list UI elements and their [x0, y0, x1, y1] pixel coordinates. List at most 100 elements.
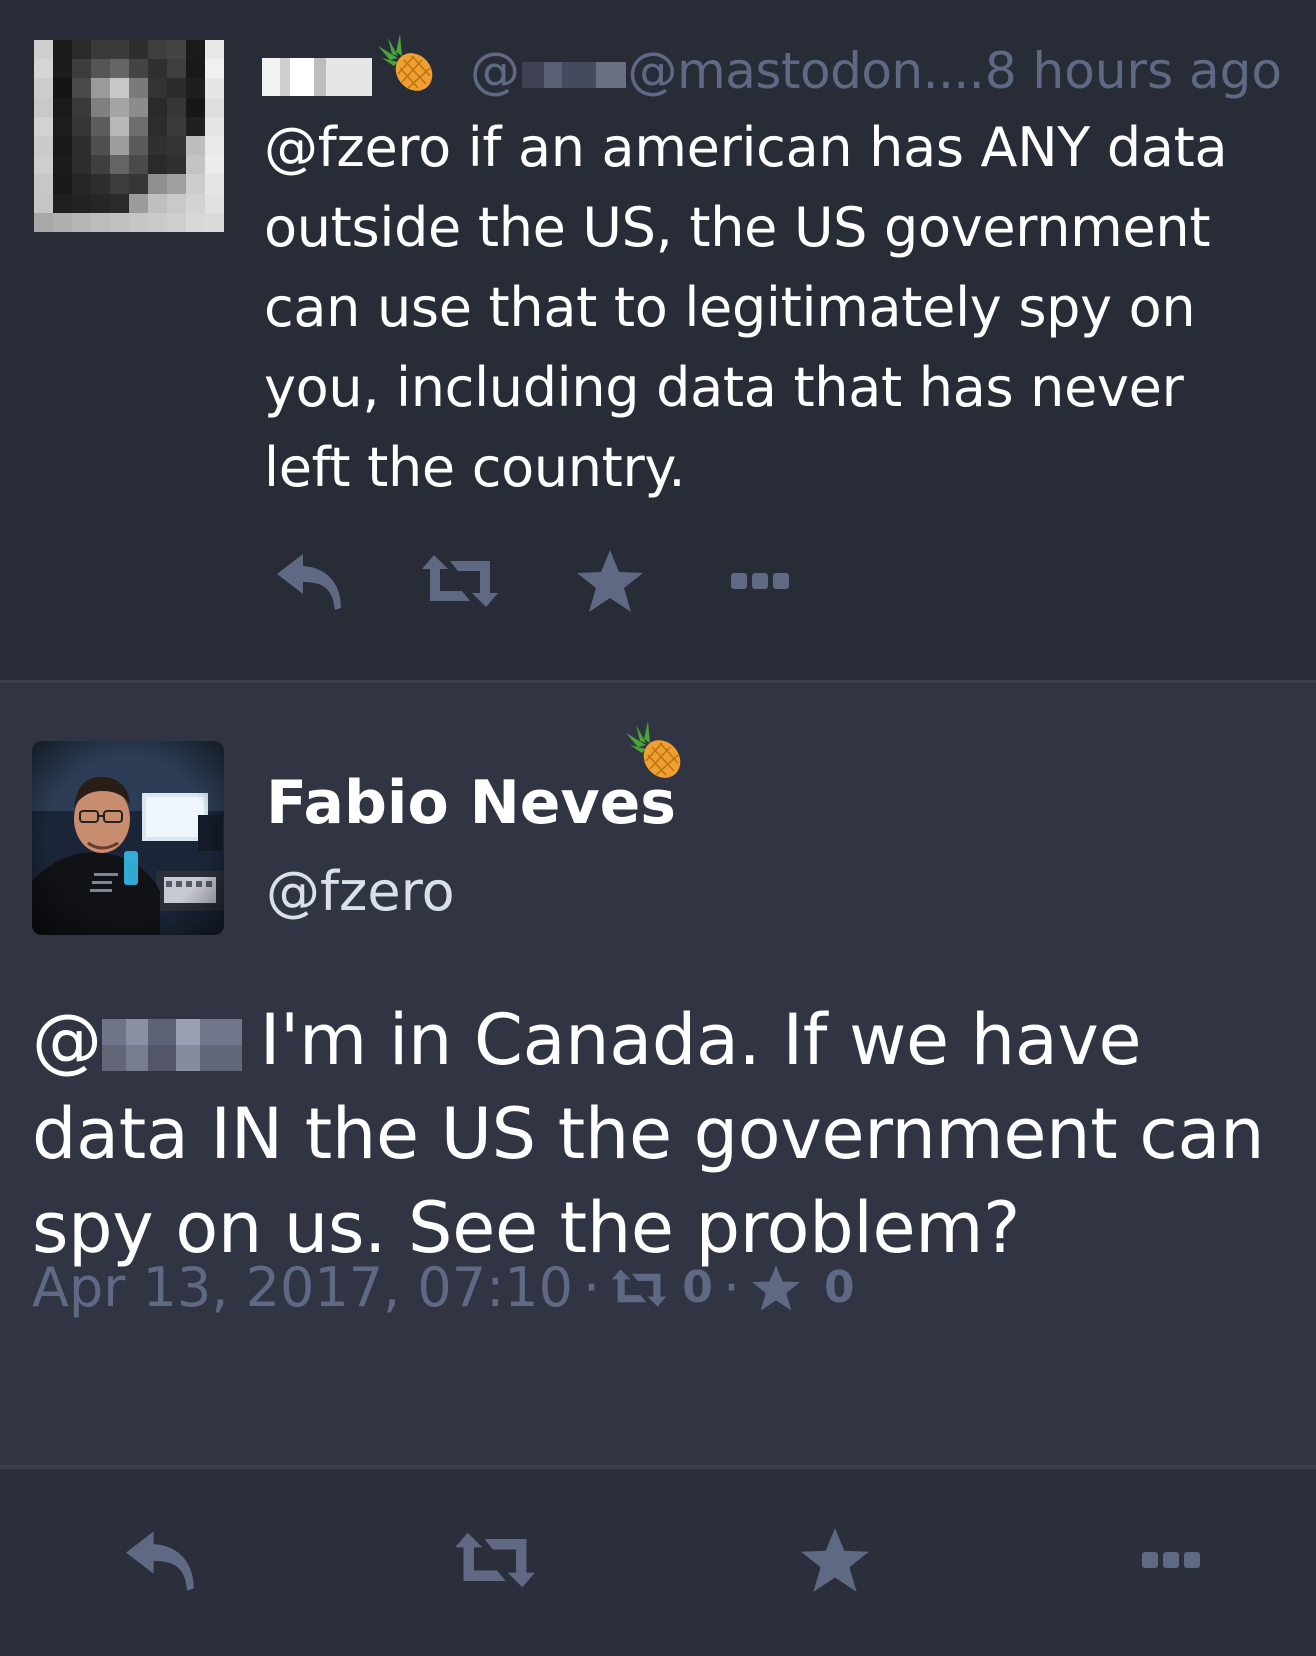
- avatar-pixel: [148, 136, 167, 156]
- avatar-pixel: [129, 155, 148, 175]
- avatar-pixel: [34, 116, 53, 136]
- more-button[interactable]: [1126, 1520, 1216, 1600]
- avatar-pixel: [205, 155, 224, 175]
- avatar-pixel: [129, 59, 148, 79]
- avatar-pixel: [110, 136, 129, 156]
- avatar-pixel: [34, 59, 53, 79]
- avatar-pixel: [91, 59, 110, 79]
- boost-icon: [455, 1532, 535, 1588]
- avatar-pixel: [148, 155, 167, 175]
- account-handle[interactable]: @ @mastodon....: [470, 40, 985, 102]
- avatar-pixel: [148, 212, 167, 232]
- boost-button[interactable]: [450, 1520, 540, 1600]
- pineapple-icon: [626, 721, 681, 778]
- avatar-pixel: [34, 40, 53, 60]
- avatar-pixel: [53, 116, 72, 136]
- display-name-text: Fabio Neves: [266, 768, 677, 838]
- avatar-pixel: [148, 97, 167, 117]
- avatar-pixel: [72, 78, 91, 98]
- avatar-pixel: [167, 78, 186, 98]
- avatar-pixel: [34, 155, 53, 175]
- avatar-pixel: [186, 59, 205, 79]
- avatar-pixel: [205, 59, 224, 79]
- avatar[interactable]: [32, 741, 224, 935]
- avatar-pixel: [110, 116, 129, 136]
- avatar-pixel: [129, 193, 148, 213]
- status-content: @fzero if an american has ANY data outsi…: [264, 116, 1228, 499]
- avatar-pixel: [167, 116, 186, 136]
- more-button[interactable]: [720, 545, 800, 617]
- account-handle[interactable]: @fzero: [266, 855, 455, 929]
- favourite-button[interactable]: [790, 1520, 880, 1600]
- avatar-pixel: [167, 97, 186, 117]
- redacted-display-name[interactable]: [262, 58, 372, 96]
- boost-icon: [422, 555, 498, 607]
- avatar-pixel: [148, 78, 167, 98]
- reply-button[interactable]: [270, 545, 350, 617]
- avatar-pixel: [110, 212, 129, 232]
- avatar-pixel: [34, 136, 53, 156]
- avatar-pixel: [167, 212, 186, 232]
- avatar-pixel: [167, 40, 186, 60]
- avatar-pixel: [53, 40, 72, 60]
- avatar-pixel: [167, 136, 186, 156]
- boost-count[interactable]: 0: [682, 1248, 713, 1328]
- avatar-pixel: [91, 174, 110, 194]
- reply-icon: [126, 1531, 194, 1591]
- avatar-pixel: [148, 59, 167, 79]
- avatar[interactable]: [34, 40, 224, 232]
- avatar-pixel: [91, 212, 110, 232]
- detailed-status: Fabio Neves @fzero @ I'm in Canada. If we…: [0, 683, 1316, 1470]
- avatar-pixel: [186, 174, 205, 194]
- avatar-pixel: [53, 78, 72, 98]
- meta-separator: ·: [583, 1256, 601, 1319]
- avatar-pixel: [34, 212, 53, 232]
- avatar-pixel: [129, 116, 148, 136]
- avatar-pixel: [72, 212, 91, 232]
- avatar-pixel: [110, 40, 129, 60]
- display-name[interactable]: Fabio Neves: [266, 763, 676, 843]
- pineapple-icon: [378, 34, 433, 91]
- favourite-button[interactable]: [570, 545, 650, 617]
- avatar-photo: [32, 741, 224, 935]
- avatar-pixel: [205, 212, 224, 232]
- avatar-pixel: [72, 155, 91, 175]
- favourite-count[interactable]: 0: [824, 1248, 855, 1328]
- avatar-pixel: [91, 155, 110, 175]
- avatar-pixel: [205, 136, 224, 156]
- avatar-pixel: [129, 97, 148, 117]
- status-header: @ @mastodon.... 8 hours ago: [262, 34, 1282, 102]
- avatar-pixel: [72, 174, 91, 194]
- avatar-pixel: [167, 155, 186, 175]
- status-divider: [0, 1465, 1316, 1469]
- avatar-pixel: [110, 155, 129, 175]
- avatar-pixel: [72, 116, 91, 136]
- avatar-pixel: [186, 193, 205, 213]
- relative-timestamp[interactable]: 8 hours ago: [985, 40, 1282, 102]
- status-datetime[interactable]: Apr 13, 2017, 07:10: [32, 1248, 573, 1328]
- avatar-pixel: [72, 97, 91, 117]
- avatar-pixel: [167, 193, 186, 213]
- boost-button[interactable]: [420, 545, 500, 617]
- avatar-pixel: [53, 212, 72, 232]
- favourite-icon: [577, 550, 643, 612]
- avatar-pixel: [110, 59, 129, 79]
- avatar-pixel: [72, 40, 91, 60]
- avatar-pixel: [167, 59, 186, 79]
- handle-prefix: @: [470, 42, 520, 100]
- avatar-pixel: [91, 136, 110, 156]
- avatar-pixel: [53, 193, 72, 213]
- avatar-pixel: [186, 212, 205, 232]
- avatar-pixel: [148, 193, 167, 213]
- avatar-pixel: [110, 97, 129, 117]
- redacted-mention[interactable]: [101, 1018, 242, 1071]
- avatar-pixel: [110, 193, 129, 213]
- avatar-pixel: [167, 174, 186, 194]
- avatar-pixel: [110, 78, 129, 98]
- avatar-pixel: [129, 40, 148, 60]
- boost-icon: [612, 1269, 667, 1307]
- reply-button[interactable]: [116, 1520, 206, 1600]
- mention-prefix[interactable]: @: [32, 999, 102, 1081]
- more-icon: [1142, 1552, 1200, 1568]
- avatar-pixel: [129, 174, 148, 194]
